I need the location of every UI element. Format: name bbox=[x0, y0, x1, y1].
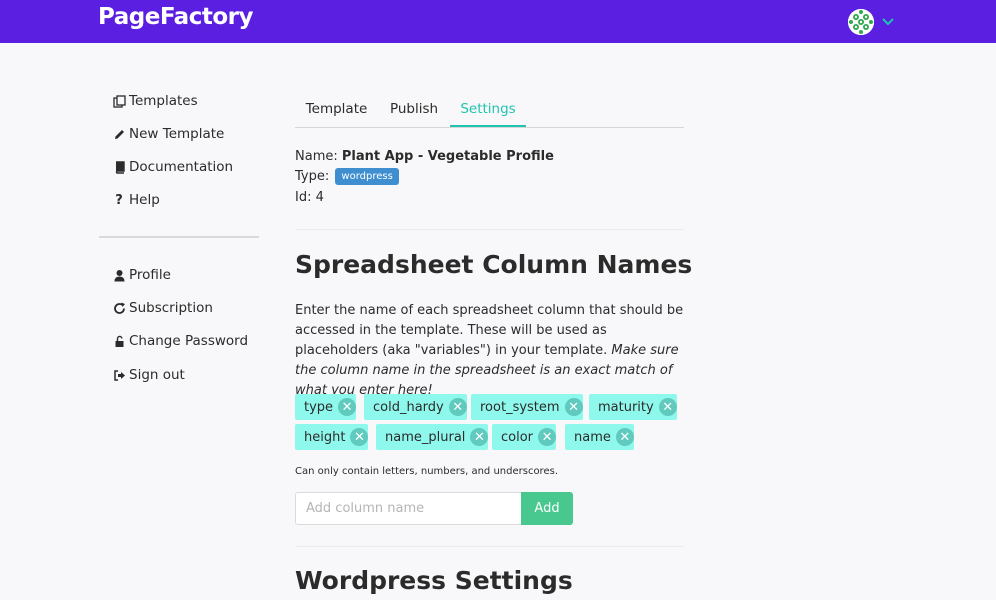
column-tag-label: name bbox=[574, 429, 611, 445]
column-tag-label: name_plural bbox=[385, 429, 466, 445]
type-label: Type: bbox=[295, 169, 330, 184]
remove-tag-icon[interactable]: ✕ bbox=[615, 428, 634, 446]
user-avatar[interactable] bbox=[848, 9, 874, 35]
unlock-icon bbox=[112, 334, 126, 348]
tab-template[interactable]: Template bbox=[295, 97, 378, 127]
template-type-row: Type: wordpress bbox=[295, 168, 399, 185]
wordpress-settings-heading: Wordpress Settings bbox=[295, 566, 573, 595]
id-label: Id: bbox=[295, 190, 312, 205]
column-tag: maturity ✕ bbox=[589, 394, 677, 420]
type-badge: wordpress bbox=[335, 168, 399, 185]
sidebar-item-templates[interactable]: Templates bbox=[112, 90, 262, 112]
template-id-row: Id: 4 bbox=[295, 190, 324, 205]
pencil-icon bbox=[112, 127, 126, 141]
template-id: 4 bbox=[315, 190, 324, 205]
columns-heading: Spreadsheet Column Names bbox=[295, 250, 693, 279]
book-icon bbox=[112, 160, 126, 174]
sidebar-item-label: Documentation bbox=[129, 159, 234, 175]
column-name-input[interactable] bbox=[295, 492, 521, 525]
sidebar-item-label: Sign out bbox=[129, 367, 185, 383]
column-tag: name_plural ✕ bbox=[376, 424, 489, 450]
sidebar-item-documentation[interactable]: Documentation bbox=[112, 156, 262, 178]
sidebar-item-profile[interactable]: Profile bbox=[112, 264, 262, 286]
refresh-icon bbox=[112, 301, 126, 315]
tab-settings[interactable]: Settings bbox=[450, 97, 526, 127]
sidebar-item-label: Help bbox=[129, 192, 160, 208]
column-tag: name ✕ bbox=[565, 424, 634, 450]
app-logo[interactable]: PageFactory bbox=[98, 4, 253, 30]
column-tag-label: height bbox=[304, 429, 346, 445]
chevron-down-icon[interactable] bbox=[881, 15, 895, 29]
sidebar-item-label: New Template bbox=[129, 126, 225, 142]
sidebar-item-label: Subscription bbox=[129, 300, 213, 316]
remove-tag-icon[interactable]: ✕ bbox=[564, 398, 583, 416]
remove-tag-icon[interactable]: ✕ bbox=[350, 428, 369, 446]
sidebar-item-change-password[interactable]: Change Password bbox=[112, 330, 262, 352]
template-name-row: Name: Plant App - Vegetable Profile bbox=[295, 149, 554, 164]
remove-tag-icon[interactable]: ✕ bbox=[538, 428, 557, 446]
sidebar-item-label: Profile bbox=[129, 267, 171, 283]
remove-tag-icon[interactable]: ✕ bbox=[658, 398, 677, 416]
column-tag: color ✕ bbox=[492, 424, 557, 450]
copy-icon bbox=[112, 94, 126, 108]
section-divider bbox=[295, 546, 684, 547]
section-divider bbox=[295, 229, 684, 230]
column-tag-label: color bbox=[501, 429, 534, 445]
top-navbar: PageFactory bbox=[0, 0, 996, 43]
template-name: Plant App - Vegetable Profile bbox=[341, 149, 554, 164]
tab-publish[interactable]: Publish bbox=[378, 97, 450, 127]
column-tag: type ✕ bbox=[295, 394, 357, 420]
remove-tag-icon[interactable]: ✕ bbox=[470, 428, 489, 446]
sign-out-icon bbox=[112, 368, 126, 382]
column-tag-label: type bbox=[304, 399, 334, 415]
sidebar-divider bbox=[99, 236, 259, 238]
sidebar-item-help[interactable]: ? Help bbox=[112, 189, 262, 211]
sidebar-item-subscription[interactable]: Subscription bbox=[112, 297, 262, 319]
column-tag: height ✕ bbox=[295, 424, 369, 450]
column-tag: root_system ✕ bbox=[471, 394, 583, 420]
sidebar-item-label: Templates bbox=[129, 93, 198, 109]
column-tag-label: root_system bbox=[480, 399, 560, 415]
name-label: Name: bbox=[295, 149, 338, 164]
column-tag-label: cold_hardy bbox=[373, 399, 444, 415]
column-tag-label: maturity bbox=[598, 399, 654, 415]
column-name-hint: Can only contain letters, numbers, and u… bbox=[295, 466, 558, 477]
remove-tag-icon[interactable]: ✕ bbox=[338, 398, 357, 416]
avatar-pattern-icon bbox=[848, 9, 874, 35]
add-column-button[interactable]: Add bbox=[521, 492, 573, 525]
settings-tabs: Template Publish Settings bbox=[295, 97, 684, 128]
column-tag: cold_hardy ✕ bbox=[364, 394, 467, 420]
columns-description: Enter the name of each spreadsheet colum… bbox=[295, 301, 687, 401]
sidebar-item-new-template[interactable]: New Template bbox=[112, 123, 262, 145]
sidebar-item-label: Change Password bbox=[129, 333, 249, 349]
remove-tag-icon[interactable]: ✕ bbox=[448, 398, 467, 416]
user-icon bbox=[112, 268, 126, 282]
question-icon: ? bbox=[115, 192, 123, 208]
sidebar-item-sign-out[interactable]: Sign out bbox=[112, 364, 262, 386]
